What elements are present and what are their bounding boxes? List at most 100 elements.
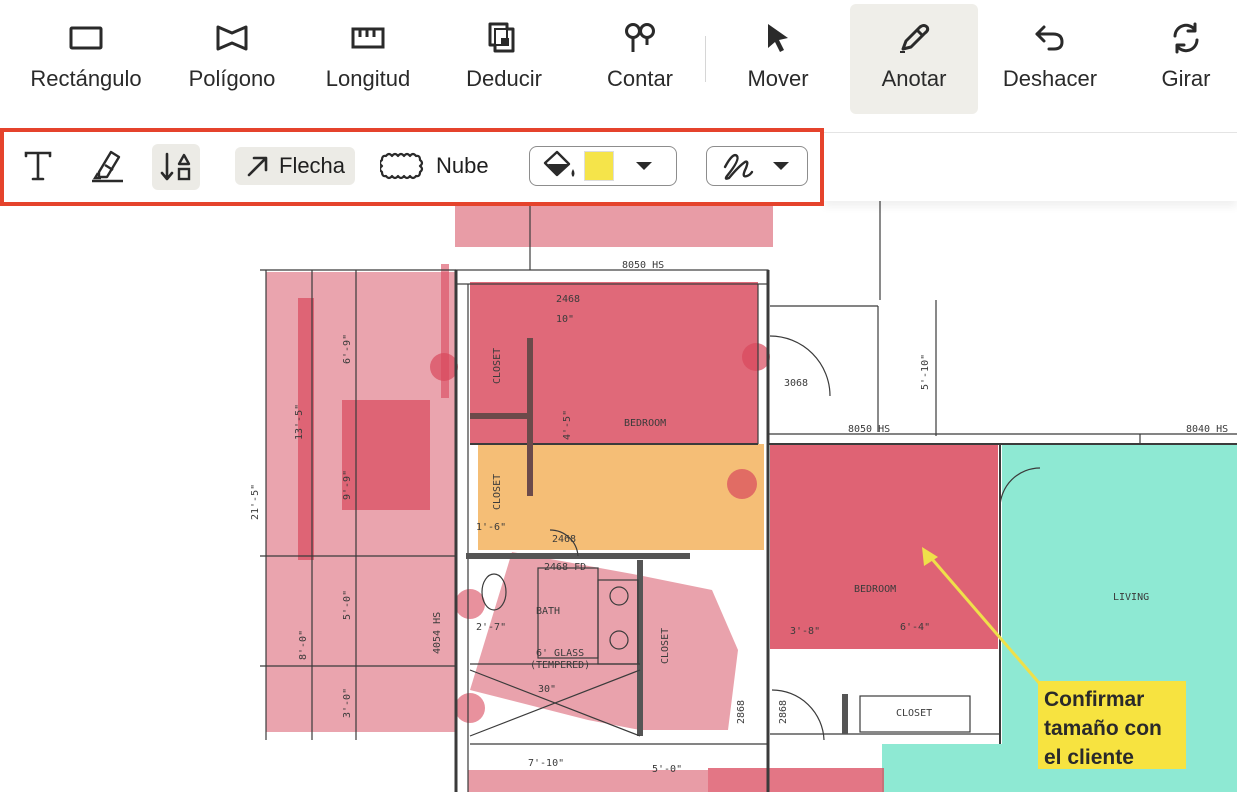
arrow-tool-button[interactable]: Flecha: [235, 147, 356, 185]
dimension: 4054 HS: [432, 612, 443, 654]
deduct-icon: [488, 22, 515, 53]
annotation-note[interactable]: Confirmar tamaño con el cliente: [1038, 681, 1186, 769]
tool-rotate[interactable]: Girar: [1150, 4, 1222, 114]
note-line: Confirmar: [1044, 688, 1145, 711]
room-label: LIVING: [1113, 592, 1149, 603]
stroke-style-dropdown[interactable]: [706, 146, 808, 186]
red-bedroom-top: [470, 282, 758, 444]
note-line: el cliente: [1044, 746, 1134, 769]
room-label: CLOSET: [660, 628, 671, 664]
dimension: 7'-10": [528, 758, 564, 769]
text-tool-button[interactable]: [16, 146, 60, 186]
count-dot: [455, 693, 485, 723]
tool-label: Mover: [747, 66, 809, 91]
dimension: 13'-5": [294, 404, 305, 440]
dimension: 10": [556, 314, 574, 325]
cloud-icon: [380, 152, 424, 180]
door-tag: 2468: [552, 534, 576, 545]
door-tag: 2868: [778, 700, 789, 724]
tool-label: Polígono: [188, 66, 276, 91]
tool-label: Longitud: [325, 66, 411, 91]
room-label: (TEMPERED): [530, 660, 590, 671]
red-bedroom-right: [770, 444, 998, 649]
tool-move[interactable]: Mover: [730, 4, 826, 114]
count-dot: [430, 353, 458, 381]
tool-label: Anotar: [881, 66, 947, 91]
count-pins-icon: [625, 23, 655, 52]
text-icon: [24, 151, 52, 181]
chevron-down-icon: [636, 162, 652, 170]
room-label: BATH: [536, 606, 560, 617]
dimension: 21'-5": [250, 484, 261, 520]
tool-label: Girar: [1161, 66, 1211, 91]
tool-length[interactable]: Longitud: [312, 4, 424, 114]
polygon-icon: [216, 25, 248, 51]
tool-undo[interactable]: Deshacer: [996, 4, 1104, 114]
pink-area-top: [455, 200, 773, 247]
room-label: CLOSET: [492, 348, 503, 384]
orange-closet: [478, 444, 764, 550]
arrow-tool-label: Flecha: [279, 153, 346, 178]
cloud-tool-label: Nube: [436, 153, 489, 178]
room-label: BEDROOM: [854, 584, 896, 595]
tool-polygon[interactable]: Polígono: [178, 4, 286, 114]
chevron-down-icon: [773, 162, 789, 170]
dimension: 6'-4": [900, 622, 930, 633]
tool-label: Contar: [606, 66, 674, 91]
dimension: 8'-0": [298, 630, 309, 660]
dimension: 5'-0": [342, 590, 353, 620]
annotation-toolbar: Flecha Nube: [0, 128, 824, 206]
arrow-icon: [247, 156, 268, 177]
dimension: 3'-8": [790, 626, 820, 637]
door-tag: 8050 HS: [622, 260, 664, 271]
cursor-arrow-icon: [768, 24, 788, 52]
paint-bucket-icon: [543, 150, 575, 177]
dimension: 2'-7": [476, 622, 506, 633]
tool-label: Deducir: [466, 66, 542, 91]
rectangle-icon: [69, 26, 103, 50]
tool-deduct[interactable]: Deducir: [452, 4, 556, 114]
door-tag: 3068: [784, 378, 808, 389]
sort-shapes-icon: [160, 152, 191, 181]
red-bottom: [708, 768, 884, 792]
sort-shapes-button[interactable]: [152, 144, 200, 190]
tool-rectangle[interactable]: Rectángulo: [18, 4, 154, 114]
door-tag: 8040 HS: [1186, 424, 1228, 435]
subbar-shadow: [824, 133, 1237, 201]
fill-color-swatch: [584, 151, 614, 181]
highlighter-tool-button[interactable]: [84, 144, 132, 188]
ruler-icon: [351, 27, 385, 49]
dimension: 5'-10": [920, 354, 931, 390]
count-dot: [727, 469, 757, 499]
pink-bath-polygon: [470, 552, 738, 730]
door-tag: 8050 HS: [848, 424, 890, 435]
note-line: tamaño con: [1044, 717, 1162, 740]
plan-canvas[interactable]: BEDROOM BEDROOM LIVING CLOSET CLOSET CLO…: [0, 132, 1237, 792]
dimension: 4'-5": [562, 410, 573, 440]
room-label: CLOSET: [896, 708, 932, 719]
tool-label: Deshacer: [1002, 66, 1098, 91]
rotate-icon: [1173, 22, 1199, 54]
room-label: BEDROOM: [624, 418, 666, 429]
room-label: CLOSET: [492, 474, 503, 510]
tool-count[interactable]: Contar: [592, 4, 688, 114]
dimension: 6'-9": [342, 334, 353, 364]
toolbar-divider: [705, 36, 706, 82]
pen-icon: [900, 24, 930, 53]
dimension: 3'-0": [342, 688, 353, 718]
freehand-stroke-icon: [723, 153, 754, 180]
room-label: 6' GLASS: [536, 648, 584, 659]
count-dot: [455, 589, 485, 619]
dimension: 9'-9": [342, 470, 353, 500]
tool-annotate[interactable]: Anotar: [850, 4, 978, 114]
cloud-tool-button[interactable]: Nube: [370, 147, 499, 185]
door-tag: 2468: [556, 294, 580, 305]
undo-icon: [1035, 25, 1064, 51]
door-tag: 2468 FD: [544, 562, 586, 573]
dimension: 30": [538, 684, 556, 695]
fill-color-dropdown[interactable]: [529, 146, 677, 186]
count-dot: [742, 343, 770, 371]
dimension: 1'-6": [476, 522, 506, 533]
highlighter-icon: [92, 150, 123, 183]
red-block-left: [342, 400, 430, 510]
